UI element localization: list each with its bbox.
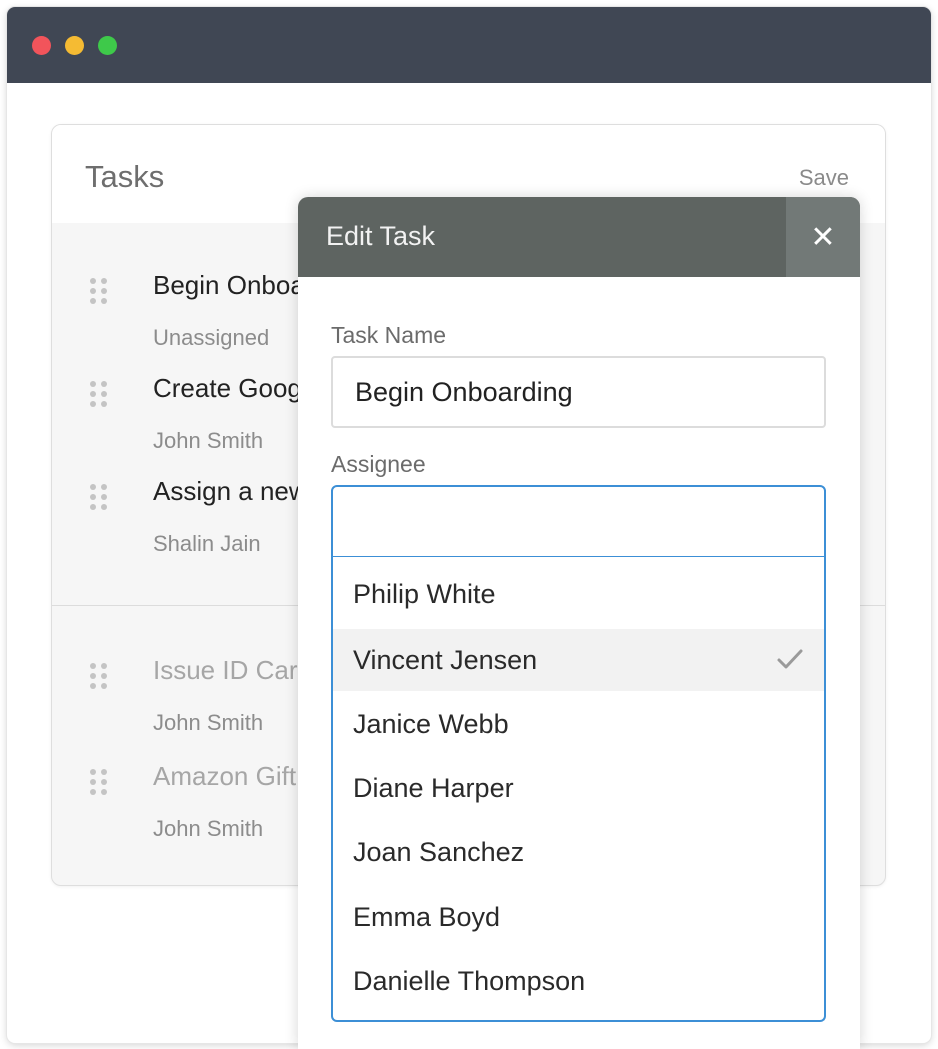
option-label: Danielle Thompson: [353, 966, 586, 996]
assignee-input[interactable]: [331, 485, 826, 557]
task-name-label: Task Name: [331, 322, 447, 348]
option-label: Joan Sanchez: [353, 837, 525, 867]
assignee-label: Assignee: [331, 451, 426, 477]
task-name: Issue ID Card: [153, 655, 312, 685]
close-icon[interactable]: ✕: [786, 197, 860, 277]
title-bar: [7, 7, 931, 83]
assignee-option[interactable]: Philip White: [333, 563, 824, 625]
drag-handle-icon[interactable]: [90, 769, 110, 795]
drag-handle-icon[interactable]: [90, 381, 110, 407]
task-assignee: Unassigned: [153, 325, 270, 350]
save-button[interactable]: Save: [799, 165, 849, 191]
task-assignee: John Smith: [153, 710, 264, 735]
task-name-input[interactable]: [331, 356, 826, 428]
tasks-title: Tasks: [85, 159, 165, 194]
assignee-option[interactable]: Joan Sanchez: [333, 821, 824, 883]
assignee-option[interactable]: Janice Webb: [333, 693, 824, 755]
window-close-button[interactable]: [32, 36, 51, 55]
option-label: Diane Harper: [353, 773, 514, 803]
option-label: Janice Webb: [353, 709, 509, 739]
option-label: Vincent Jensen: [353, 645, 538, 675]
dialog-title: Edit Task: [326, 221, 436, 251]
assignee-option[interactable]: Emma Boyd: [333, 886, 824, 948]
task-assignee: John Smith: [153, 428, 264, 453]
drag-handle-icon[interactable]: [90, 278, 110, 304]
assignee-option[interactable]: Diane Harper: [333, 757, 824, 819]
option-label: Emma Boyd: [353, 902, 501, 932]
drag-handle-icon[interactable]: [90, 484, 110, 510]
assignee-dropdown[interactable]: Philip White Vincent Jensen Janice Webb …: [331, 557, 826, 1022]
window-minimize-button[interactable]: [65, 36, 84, 55]
window-maximize-button[interactable]: [98, 36, 117, 55]
task-assignee: John Smith: [153, 816, 264, 841]
assignee-option-selected[interactable]: Vincent Jensen: [333, 629, 824, 691]
option-label: Philip White: [353, 579, 496, 609]
assignee-option[interactable]: Danielle Thompson: [333, 950, 824, 1012]
dialog-header: Edit Task ✕: [298, 197, 860, 277]
edit-task-dialog: Edit Task ✕ Task Name Assignee Philip Wh…: [298, 197, 860, 1049]
checkmark-icon: [777, 649, 803, 669]
drag-handle-icon[interactable]: [90, 663, 110, 689]
task-assignee: Shalin Jain: [153, 531, 261, 556]
